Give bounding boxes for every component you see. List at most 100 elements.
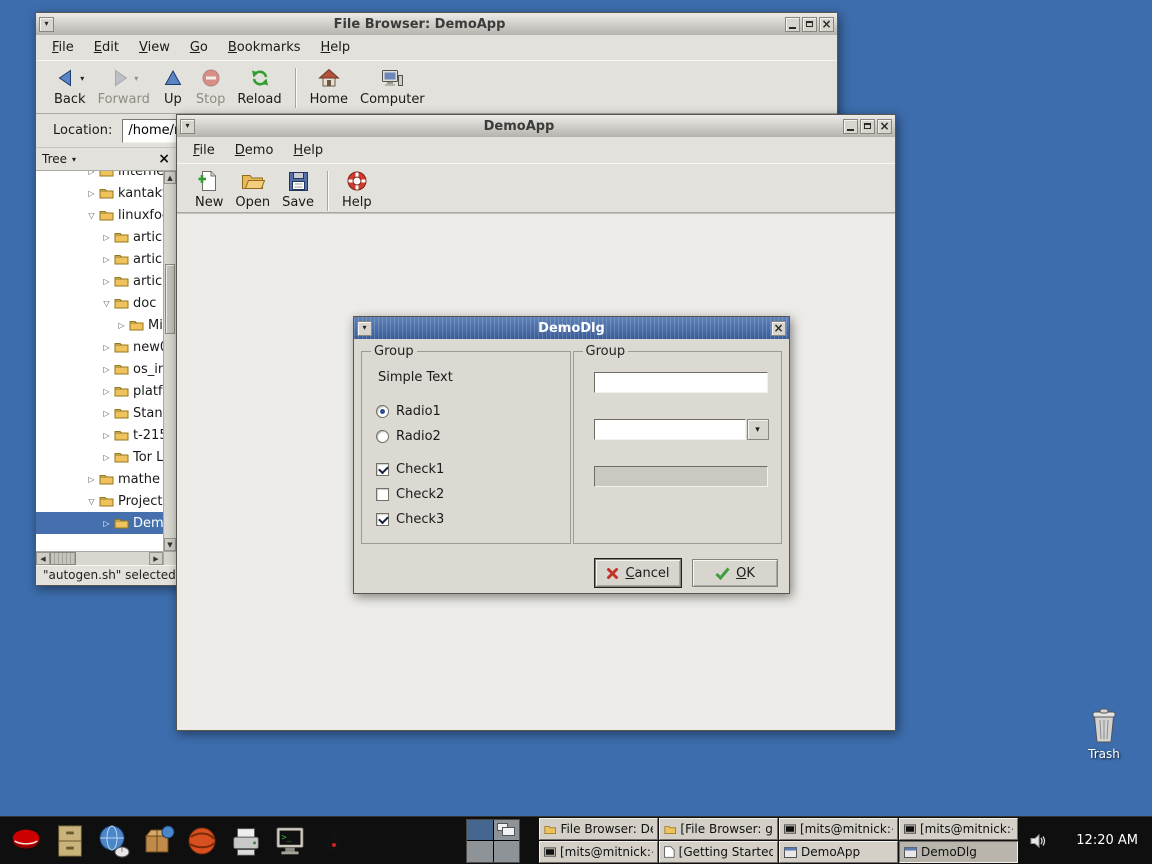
menu-item-demo[interactable]: Demo	[225, 140, 284, 161]
new-button[interactable]: New	[189, 168, 229, 211]
window-menu-button[interactable]: ▾	[39, 17, 54, 32]
cancel-button[interactable]: Cancel	[595, 559, 681, 587]
forward-dropdown-icon[interactable]: ▾	[134, 74, 138, 83]
scrollbar-thumb[interactable]	[50, 552, 76, 565]
tree-item-tor-lil[interactable]: ▷Tor Lil	[36, 446, 163, 468]
volume-control[interactable]	[1030, 833, 1048, 849]
combo-dropdown-button[interactable]: ▾	[747, 419, 769, 440]
terminal-launcher[interactable]: >_	[268, 819, 312, 863]
window-menu-button[interactable]: ▾	[357, 321, 372, 336]
checkbox-row-check3[interactable]: Check3	[376, 512, 562, 527]
tree-item-platfor[interactable]: ▷platfor	[36, 380, 163, 402]
checkbox-icon[interactable]	[376, 488, 389, 501]
expand-arrow-icon[interactable]: ▷	[100, 409, 113, 418]
collapse-arrow-icon[interactable]: ▽	[100, 299, 113, 308]
combo-entry[interactable]	[594, 419, 746, 440]
expand-arrow-icon[interactable]: ▷	[100, 387, 113, 396]
open-button[interactable]: Open	[229, 168, 276, 211]
menu-item-go[interactable]: Go	[180, 37, 218, 58]
menu-item-file[interactable]: File	[183, 140, 225, 161]
tree-item-linuxfocu[interactable]: ▽linuxfocu	[36, 204, 163, 226]
back-dropdown-icon[interactable]: ▾	[80, 74, 84, 83]
mozilla-launcher[interactable]	[180, 819, 224, 863]
menu-item-view[interactable]: View	[129, 37, 180, 58]
tree-item-t-2155[interactable]: ▷t-2155	[36, 424, 163, 446]
software-packages-launcher[interactable]	[136, 819, 180, 863]
radio-row-radio1[interactable]: Radio1	[376, 404, 562, 419]
taskbar-window-button[interactable]: DemoApp	[779, 841, 898, 863]
spider-launcher[interactable]	[312, 819, 356, 863]
computer-button[interactable]: Computer	[354, 65, 431, 108]
scroll-right-icon[interactable]: ▶	[149, 552, 163, 565]
file-cabinet-launcher[interactable]	[48, 819, 92, 863]
radio-button-icon[interactable]	[376, 405, 389, 418]
checkbox-row-check2[interactable]: Check2	[376, 487, 562, 502]
trash[interactable]: Trash	[1077, 706, 1131, 761]
expand-arrow-icon[interactable]: ▷	[85, 171, 98, 176]
demoapp-titlebar[interactable]: ▾ DemoApp ×	[177, 115, 895, 137]
expand-arrow-icon[interactable]: ▷	[85, 189, 98, 198]
workspace-cell[interactable]	[467, 841, 493, 862]
tree-item-article[interactable]: ▷article	[36, 270, 163, 292]
help-button[interactable]: Help	[336, 168, 378, 211]
checkbox-row-check1[interactable]: Check1	[376, 462, 562, 477]
up-button[interactable]: Up	[156, 65, 190, 108]
minimize-button[interactable]	[785, 17, 800, 32]
minimize-button[interactable]	[843, 119, 858, 134]
text-entry[interactable]	[594, 372, 768, 393]
tree-item-standa[interactable]: ▷Standa	[36, 402, 163, 424]
scroll-up-icon[interactable]: ▲	[164, 171, 176, 184]
collapse-arrow-icon[interactable]: ▽	[85, 211, 98, 220]
tree-item-doc[interactable]: ▽doc	[36, 292, 163, 314]
maximize-button[interactable]	[802, 17, 817, 32]
web-browser-launcher[interactable]	[92, 819, 136, 863]
menu-item-help[interactable]: Help	[311, 37, 361, 58]
chevron-down-icon[interactable]: ▾	[72, 155, 76, 164]
close-button[interactable]: ×	[771, 321, 786, 336]
menu-item-file[interactable]: File	[42, 37, 84, 58]
expand-arrow-icon[interactable]: ▷	[115, 321, 128, 330]
collapse-arrow-icon[interactable]: ▽	[85, 497, 98, 506]
printer-launcher[interactable]	[224, 819, 268, 863]
scrollbar-trough[interactable]	[76, 552, 149, 565]
close-button[interactable]: ×	[877, 119, 892, 134]
home-button[interactable]: Home	[304, 65, 354, 108]
tree-item-os_inc[interactable]: ▷os_inc	[36, 358, 163, 380]
file-browser-titlebar[interactable]: ▾ File Browser: DemoApp ×	[36, 13, 837, 35]
scrollbar-thumb[interactable]	[165, 264, 175, 334]
taskbar-window-button[interactable]: [mits@mitnick:~	[539, 841, 658, 863]
expand-arrow-icon[interactable]: ▷	[85, 475, 98, 484]
tree-item-mic[interactable]: ▷Mic	[36, 314, 163, 336]
tree-item-mathe[interactable]: ▷mathe	[36, 468, 163, 490]
window-menu-button[interactable]: ▾	[180, 119, 195, 134]
vertical-scrollbar[interactable]: ▲ ▼	[163, 171, 176, 551]
clock[interactable]: 12:20 AM	[1076, 833, 1138, 848]
expand-arrow-icon[interactable]: ▷	[100, 519, 113, 528]
demodlg-titlebar[interactable]: ▾ DemoDlg ×	[354, 317, 789, 339]
desktop[interactable]: ▾ File Browser: DemoApp × FileEditViewGo…	[0, 0, 1152, 864]
tree-item-kantakta[interactable]: ▷kantakta	[36, 182, 163, 204]
tree-item-projects[interactable]: ▽Projects	[36, 490, 163, 512]
expand-arrow-icon[interactable]: ▷	[100, 431, 113, 440]
tree-item-article[interactable]: ▷article	[36, 226, 163, 248]
back-button[interactable]: ▾ Back	[48, 65, 92, 108]
sidebar-close-icon[interactable]: ×	[158, 152, 170, 166]
save-button[interactable]: Save	[276, 168, 320, 211]
checkbox-icon[interactable]	[376, 463, 389, 476]
taskbar-window-button[interactable]: File Browser: De	[539, 818, 658, 840]
taskbar-window-button[interactable]: [mits@mitnick:~	[899, 818, 1018, 840]
radio-row-radio2[interactable]: Radio2	[376, 429, 562, 444]
expand-arrow-icon[interactable]: ▷	[100, 365, 113, 374]
taskbar-window-button[interactable]: [File Browser: gt	[659, 818, 778, 840]
reload-button[interactable]: Reload	[231, 65, 287, 108]
expand-arrow-icon[interactable]: ▷	[100, 277, 113, 286]
stop-button[interactable]: Stop	[190, 65, 232, 108]
radio-button-icon[interactable]	[376, 430, 389, 443]
maximize-button[interactable]	[860, 119, 875, 134]
workspace-cell[interactable]	[494, 841, 520, 862]
menu-item-help[interactable]: Help	[283, 140, 333, 161]
taskbar-window-button[interactable]: [mits@mitnick:~	[779, 818, 898, 840]
expand-arrow-icon[interactable]: ▷	[100, 233, 113, 242]
checkbox-icon[interactable]	[376, 513, 389, 526]
ok-button[interactable]: OK	[692, 559, 778, 587]
